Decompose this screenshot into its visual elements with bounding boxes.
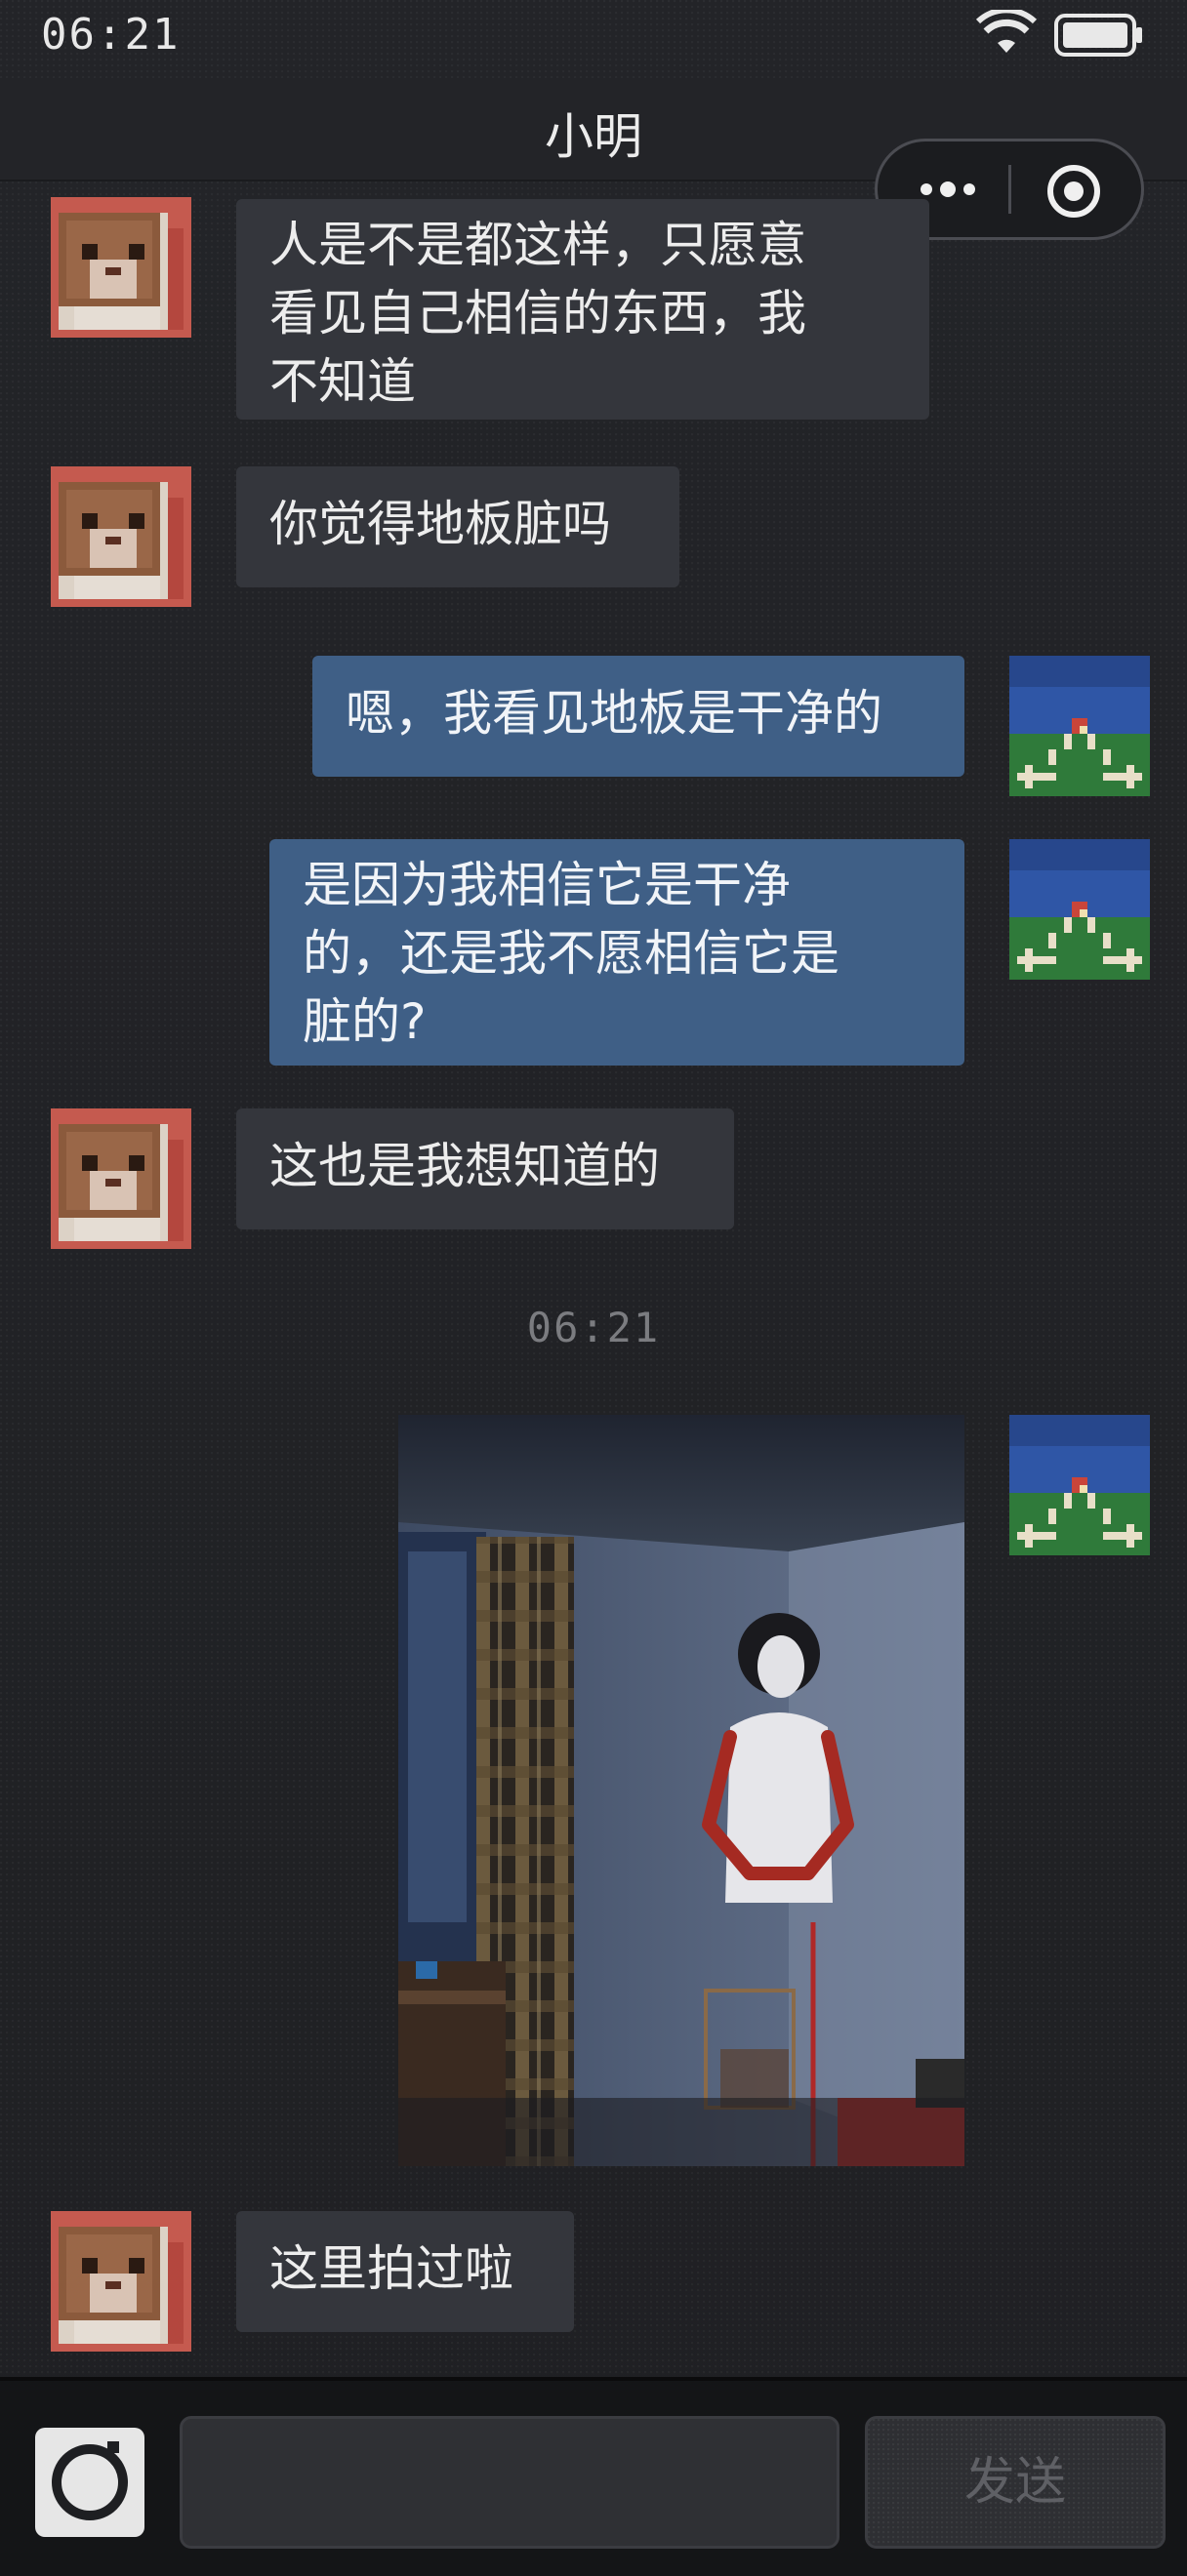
message-line: 人是不是都这样，只愿意 <box>269 217 806 273</box>
self-avatar[interactable] <box>1009 656 1150 796</box>
send-button[interactable]: 发送 <box>865 2416 1166 2549</box>
status-time: 06:21 <box>41 10 181 60</box>
contact-avatar[interactable] <box>51 2211 191 2352</box>
target-circle-icon[interactable] <box>1045 163 1102 220</box>
message-bubble[interactable]: 人是不是都这样，只愿意 看见自己相信的东西，我 不知道 <box>236 199 929 420</box>
message-bubble[interactable]: 嗯，我看见地板是干净的 <box>312 656 964 777</box>
message-line: 的，还是我不愿相信它是 <box>303 925 839 982</box>
message-line: 这也是我想知道的 <box>269 1138 660 1194</box>
timestamp: 06:21 <box>526 1304 661 1351</box>
message-input[interactable] <box>180 2416 839 2549</box>
message-bubble[interactable]: 这也是我想知道的 <box>236 1108 734 1229</box>
message-bubble[interactable]: 这里拍过啦 <box>236 2211 574 2332</box>
message-line: 这里拍过啦 <box>269 2240 513 2297</box>
message-line: 你觉得地板脏吗 <box>269 496 611 552</box>
message-bubble[interactable]: 你觉得地板脏吗 <box>236 466 679 587</box>
status-bar: 06:21 <box>0 0 1187 78</box>
wifi-icon <box>976 10 1037 53</box>
message-line: 是因为我相信它是干净 <box>303 857 791 913</box>
photo-message[interactable] <box>398 1415 964 2166</box>
self-avatar[interactable] <box>1009 1415 1150 1555</box>
message-line: 看见自己相信的东西，我 <box>269 285 806 342</box>
self-avatar[interactable] <box>1009 839 1150 980</box>
capsule-divider <box>1008 165 1011 214</box>
battery-icon <box>1054 14 1142 57</box>
contact-avatar[interactable] <box>51 197 191 338</box>
chat-screen: 06:21 小明 人是不是都这样，只愿意 看见自己相信的东西，我 不知道 你觉得… <box>0 0 1187 2576</box>
message-bubble[interactable]: 是因为我相信它是干净 的，还是我不愿相信它是 脏的? <box>269 839 964 1066</box>
contact-avatar[interactable] <box>51 466 191 607</box>
contact-avatar[interactable] <box>51 1108 191 1249</box>
message-line: 嗯，我看见地板是干净的 <box>346 685 882 742</box>
room-photo <box>398 1415 964 2166</box>
message-line: 不知道 <box>269 353 416 410</box>
camera-icon[interactable] <box>33 2426 146 2539</box>
message-line: 脏的? <box>303 993 427 1050</box>
